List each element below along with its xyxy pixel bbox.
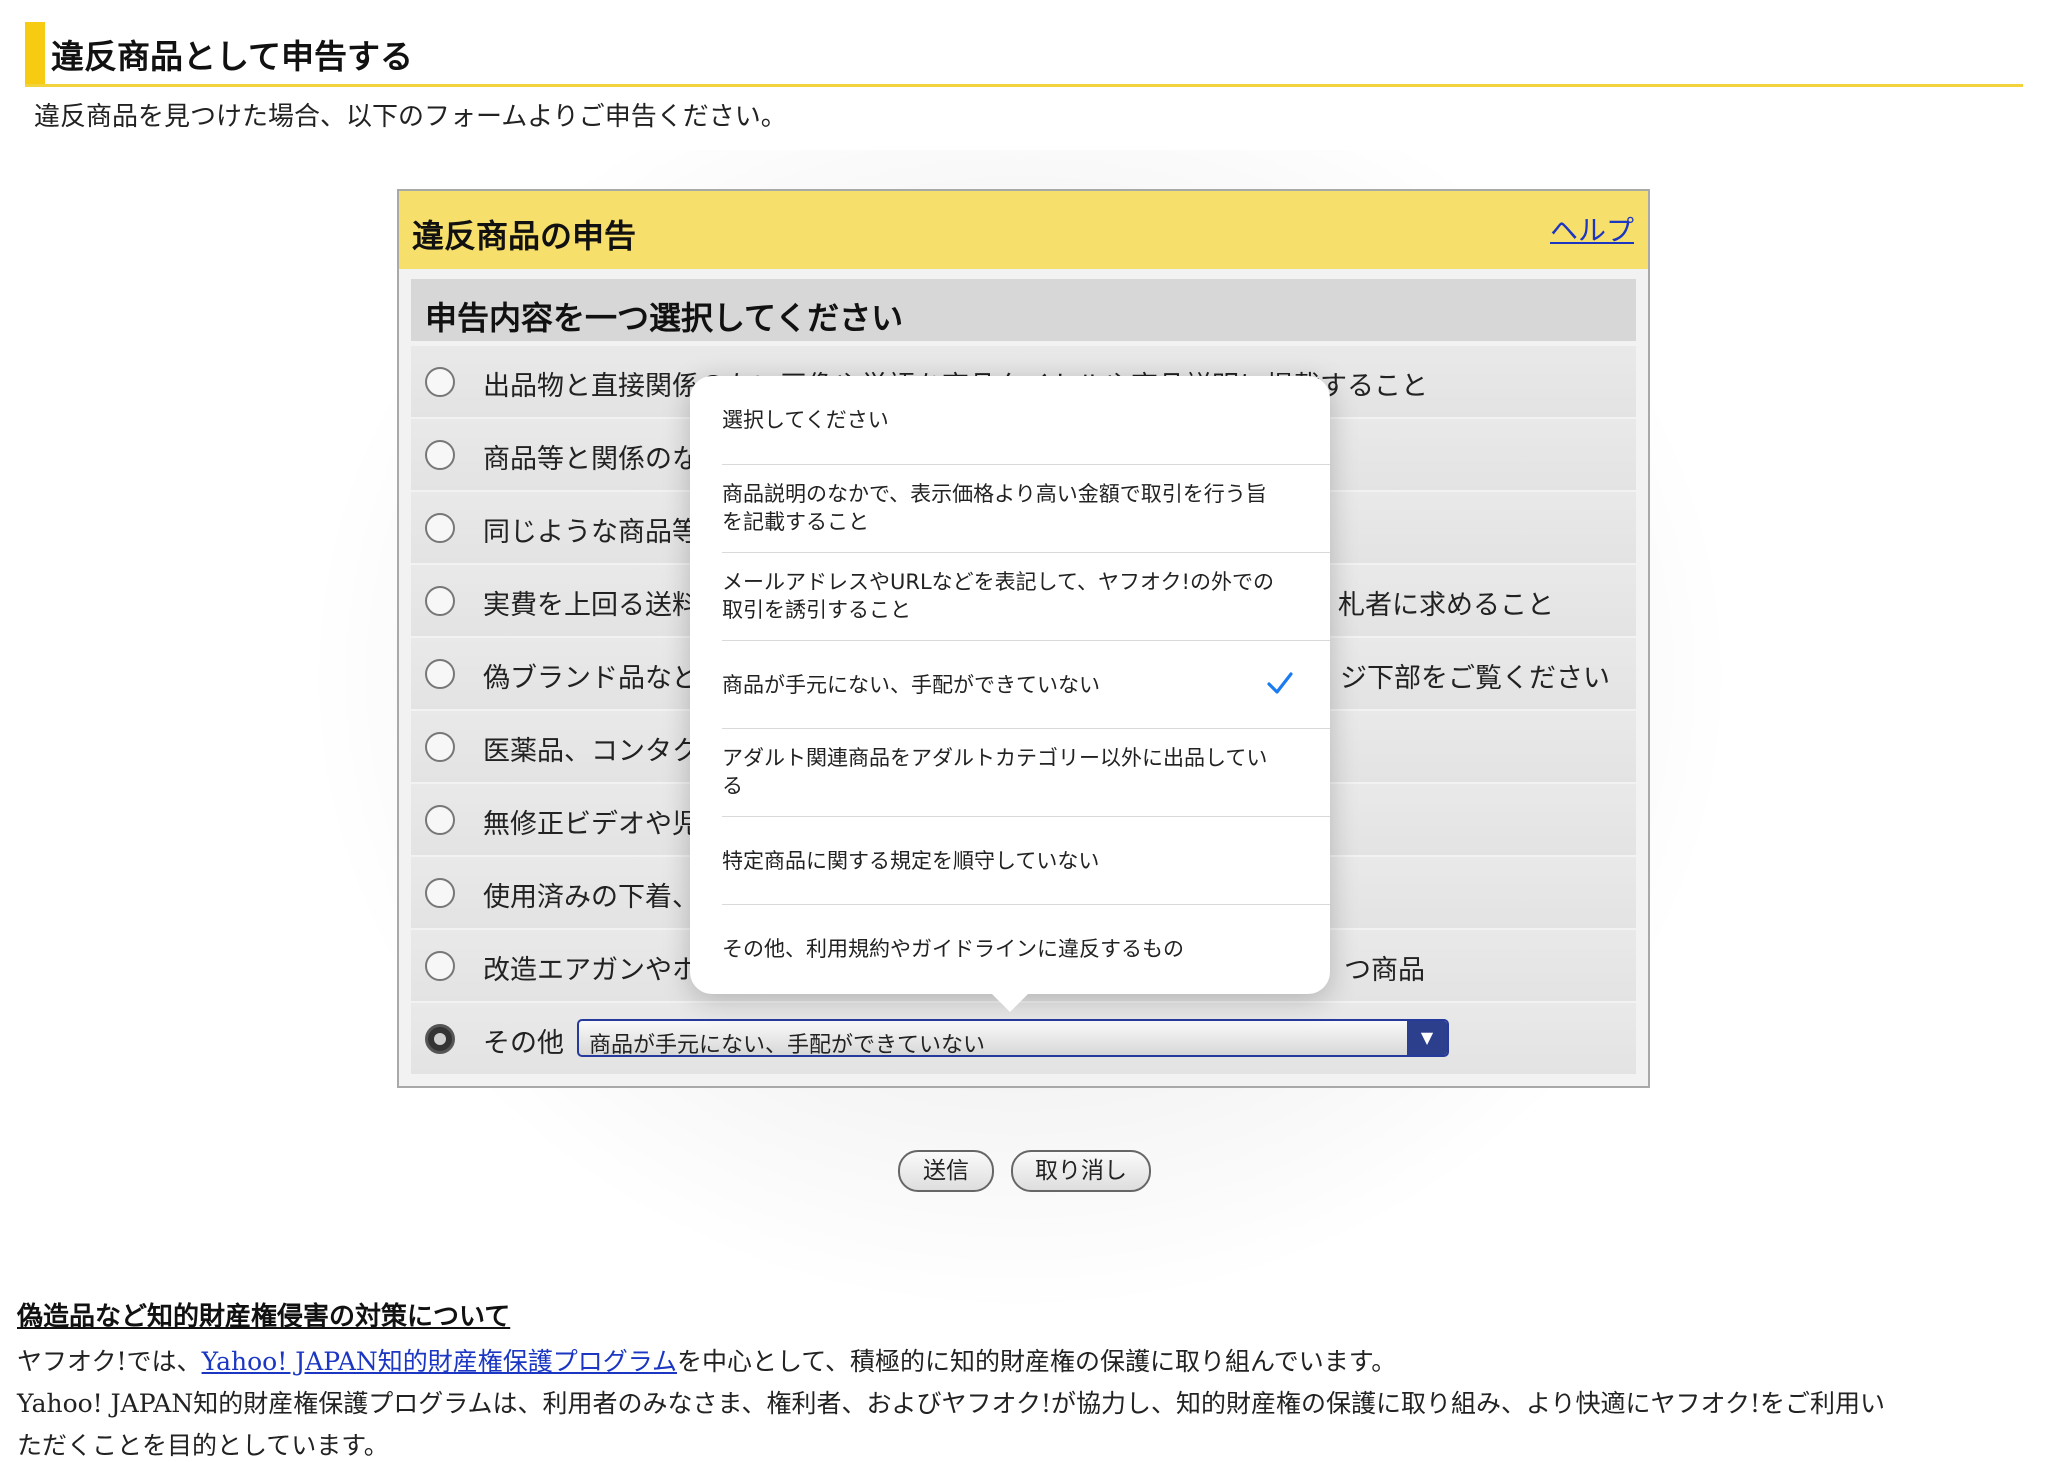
panel-title: 違反商品の申告	[412, 217, 637, 255]
ip-protection-line3: ただくことを目的としています。	[17, 1431, 389, 1460]
option-label: 商品等と関係のな	[483, 444, 699, 475]
option-label-tail: つ商品	[1344, 955, 1425, 986]
ip-protection-heading[interactable]: 偽造品など知的財産権侵害の対策について	[17, 1296, 510, 1333]
radio-button[interactable]	[425, 659, 455, 689]
popover-option-label: メールアドレスやURLなどを表記して、ヤフオク!の外での取引を誘引すること	[722, 570, 1274, 622]
option-label: 医薬品、コンタク	[483, 736, 699, 767]
option-label-tail: ジ下部をご覧ください	[1340, 663, 1610, 694]
option-label: 改造エアガンやホ	[483, 955, 699, 986]
option-label: 同じような商品等	[483, 517, 699, 548]
page-header: 違反商品として申告する	[25, 22, 2023, 87]
select-value: 商品が手元にない、手配ができていない	[589, 1033, 986, 1058]
option-label: 偽ブランド品など	[483, 663, 699, 694]
radio-button-selected[interactable]	[425, 1024, 455, 1054]
popover-option-label: アダルト関連商品をアダルトカテゴリー以外に出品している	[722, 746, 1268, 798]
report-option-other[interactable]: その他 商品が手元にない、手配ができていない ▼	[411, 1003, 1636, 1074]
radio-button[interactable]	[425, 440, 455, 470]
option-label-other: その他	[483, 1028, 564, 1059]
other-reason-select[interactable]: 商品が手元にない、手配ができていない ▼	[577, 1019, 1449, 1058]
popover-option[interactable]: 選択してください	[722, 376, 1330, 465]
checkmark-icon	[1267, 672, 1293, 694]
radio-button[interactable]	[425, 951, 455, 981]
radio-button[interactable]	[425, 805, 455, 835]
option-label: 実費を上回る送料	[483, 590, 699, 621]
section-title: 申告内容を一つ選択してください	[425, 299, 904, 337]
radio-button[interactable]	[425, 732, 455, 762]
popover-option-selected[interactable]: 商品が手元にない、手配ができていない	[722, 641, 1330, 729]
radio-button[interactable]	[425, 367, 455, 397]
popover-option-label: 特定商品に関する規定を順守していない	[722, 849, 1100, 873]
popover-option[interactable]: 商品説明のなかで、表示価格より高い金額で取引を行う旨を記載すること	[722, 465, 1330, 553]
cancel-button[interactable]: 取り消し	[1011, 1150, 1151, 1192]
option-label: 無修正ビデオや児	[483, 809, 699, 840]
panel-header: 違反商品の申告 ヘルプ	[399, 191, 1648, 269]
popover-option[interactable]: アダルト関連商品をアダルトカテゴリー以外に出品している	[722, 729, 1330, 817]
option-label-tail: 札者に求めること	[1338, 590, 1554, 621]
ip-program-link[interactable]: Yahoo! JAPAN知的財産権保護プログラム	[202, 1347, 677, 1376]
popover-option[interactable]: 特定商品に関する規定を順守していない	[722, 817, 1330, 905]
ip-protection-line1: ヤフオク!では、Yahoo! JAPAN知的財産権保護プログラムを中心として、積…	[17, 1342, 1396, 1378]
page-title: 違反商品として申告する	[51, 37, 414, 76]
radio-button[interactable]	[425, 878, 455, 908]
popover-option-label: 商品が手元にない、手配ができていない	[722, 673, 1100, 697]
ip-protection-line2: Yahoo! JAPAN知的財産権保護プログラムは、利用者のみなさま、権利者、お…	[17, 1389, 1886, 1418]
page-lead: 違反商品を見つけた場合、以下のフォームよりご申告ください。	[34, 102, 787, 132]
popover-pointer	[988, 990, 1032, 1012]
line1-suffix: を中心として、積極的に知的財産権の保護に取り組んでいます。	[677, 1347, 1397, 1376]
submit-button[interactable]: 送信	[898, 1150, 994, 1192]
popover-option-label: その他、利用規約やガイドラインに違反するもの	[722, 937, 1184, 961]
option-label: 使用済みの下着、	[483, 882, 699, 913]
radio-button[interactable]	[425, 513, 455, 543]
chevron-down-icon[interactable]: ▼	[1407, 1021, 1447, 1055]
popover-option[interactable]: その他、利用規約やガイドラインに違反するもの	[722, 905, 1330, 994]
section-header: 申告内容を一つ選択してください	[411, 279, 1636, 341]
line1-prefix: ヤフオク!では、	[17, 1347, 202, 1376]
help-link[interactable]: ヘルプ	[1550, 209, 1634, 249]
select-popover: 選択してください 商品説明のなかで、表示価格より高い金額で取引を行う旨を記載する…	[690, 376, 1330, 994]
header-accent-bar	[25, 22, 45, 84]
radio-button[interactable]	[425, 586, 455, 616]
popover-option-label: 選択してください	[722, 408, 889, 432]
popover-option-label: 商品説明のなかで、表示価格より高い金額で取引を行う旨を記載すること	[722, 482, 1267, 534]
popover-option[interactable]: メールアドレスやURLなどを表記して、ヤフオク!の外での取引を誘引すること	[722, 553, 1330, 641]
